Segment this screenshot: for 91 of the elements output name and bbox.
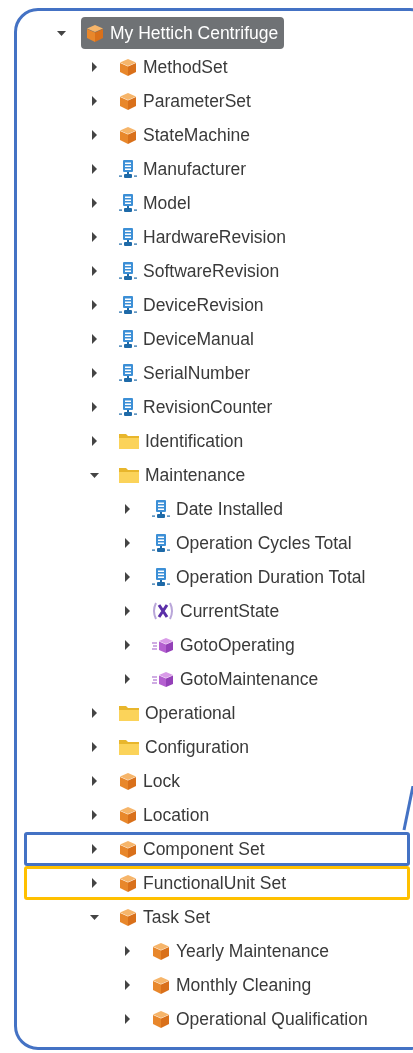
expand-arrow-icon[interactable] xyxy=(90,266,100,276)
box-icon xyxy=(118,907,138,927)
server-icon xyxy=(118,159,138,179)
expand-arrow-icon[interactable] xyxy=(90,232,100,242)
collapse-arrow-icon[interactable] xyxy=(57,28,67,38)
tree-item[interactable]: HardwareRevision xyxy=(114,221,292,253)
expand-arrow-icon[interactable] xyxy=(90,368,100,378)
box-icon xyxy=(118,805,138,825)
tree-item[interactable]: Maintenance xyxy=(114,459,252,491)
expand-arrow-icon[interactable] xyxy=(90,130,100,140)
collapse-arrow-icon[interactable] xyxy=(90,470,100,480)
server-icon xyxy=(118,363,138,383)
folder-icon xyxy=(118,432,140,450)
tree-item[interactable]: FunctionalUnit Set xyxy=(114,867,292,899)
expand-arrow-icon[interactable] xyxy=(90,742,100,752)
tree-item[interactable]: StateMachine xyxy=(114,119,256,151)
expand-arrow-icon[interactable] xyxy=(90,300,100,310)
expand-arrow-icon[interactable] xyxy=(123,606,133,616)
box-icon xyxy=(151,975,171,995)
expand-arrow-icon[interactable] xyxy=(90,402,100,412)
server-icon xyxy=(118,397,138,417)
expand-arrow-icon[interactable] xyxy=(123,980,133,990)
tree-item[interactable]: DeviceManual xyxy=(114,323,260,355)
box-icon xyxy=(151,941,171,961)
tree-item[interactable]: Operation Cycles Total xyxy=(147,527,358,559)
box-icon xyxy=(85,23,105,43)
server-icon xyxy=(118,295,138,315)
server-icon xyxy=(118,261,138,281)
box-icon xyxy=(118,91,138,111)
expand-arrow-icon[interactable] xyxy=(90,776,100,786)
tree-item[interactable]: MethodSet xyxy=(114,51,234,83)
box-icon xyxy=(118,57,138,77)
expand-arrow-icon[interactable] xyxy=(123,538,133,548)
expand-arrow-icon[interactable] xyxy=(123,1014,133,1024)
tree-item[interactable]: GotoMaintenance xyxy=(147,663,325,695)
expand-arrow-icon[interactable] xyxy=(90,878,100,888)
box-icon xyxy=(151,1009,171,1029)
tree-item[interactable]: Lock xyxy=(114,765,186,797)
expand-arrow-icon[interactable] xyxy=(123,572,133,582)
tree-item[interactable]: Operation Duration Total xyxy=(147,561,372,593)
box-icon xyxy=(118,125,138,145)
collapse-arrow-icon[interactable] xyxy=(90,912,100,922)
expand-arrow-icon[interactable] xyxy=(123,674,133,684)
expand-arrow-icon[interactable] xyxy=(90,198,100,208)
tree-item[interactable]: Component Set xyxy=(114,833,271,865)
expand-arrow-icon[interactable] xyxy=(90,164,100,174)
expand-arrow-icon[interactable] xyxy=(90,436,100,446)
expand-arrow-icon[interactable] xyxy=(90,62,100,72)
moving-box-icon xyxy=(151,670,175,688)
expand-arrow-icon[interactable] xyxy=(123,946,133,956)
folder-icon xyxy=(118,704,140,722)
tree-item[interactable]: Operational Qualification xyxy=(147,1003,374,1035)
expand-arrow-icon[interactable] xyxy=(90,844,100,854)
tree-item[interactable]: Manufacturer xyxy=(114,153,253,185)
tree-item[interactable]: DeviceRevision xyxy=(114,289,270,321)
tree-item[interactable]: Location xyxy=(114,799,216,831)
tree-item[interactable]: GotoOperating xyxy=(147,629,301,661)
expand-arrow-icon[interactable] xyxy=(123,504,133,514)
tree-item[interactable]: ParameterSet xyxy=(114,85,257,117)
tree-item[interactable]: RevisionCounter xyxy=(114,391,279,423)
leader-line xyxy=(400,786,413,832)
tree-item[interactable]: Identification xyxy=(114,425,250,457)
variable-x-icon xyxy=(151,601,175,621)
tree-item[interactable]: CurrentState xyxy=(147,595,286,627)
moving-box-icon xyxy=(151,636,175,654)
server-icon xyxy=(118,193,138,213)
tree-item[interactable]: My Hettich Centrifuge xyxy=(81,17,285,49)
server-icon xyxy=(118,329,138,349)
tree-item[interactable]: SerialNumber xyxy=(114,357,256,389)
folder-icon xyxy=(118,738,140,756)
expand-arrow-icon[interactable] xyxy=(123,640,133,650)
tree-item[interactable]: Model xyxy=(114,187,197,219)
box-icon xyxy=(118,771,138,791)
tree-item[interactable]: Date Installed xyxy=(147,493,289,525)
server-icon xyxy=(151,567,171,587)
expand-arrow-icon[interactable] xyxy=(90,334,100,344)
tree-item[interactable]: Yearly Maintenance xyxy=(147,935,336,967)
server-icon xyxy=(118,227,138,247)
tree-item[interactable]: Operational xyxy=(114,697,242,729)
box-icon xyxy=(118,873,138,893)
server-icon xyxy=(151,499,171,519)
folder-icon xyxy=(118,466,140,484)
expand-arrow-icon[interactable] xyxy=(90,708,100,718)
tree-item[interactable]: Monthly Cleaning xyxy=(147,969,318,1001)
expand-arrow-icon[interactable] xyxy=(90,810,100,820)
box-icon xyxy=(118,839,138,859)
tree-item[interactable]: SoftwareRevision xyxy=(114,255,286,287)
expand-arrow-icon[interactable] xyxy=(90,96,100,106)
server-icon xyxy=(151,533,171,553)
tree-item[interactable]: Task Set xyxy=(114,901,217,933)
tree-item[interactable]: Configuration xyxy=(114,731,256,763)
